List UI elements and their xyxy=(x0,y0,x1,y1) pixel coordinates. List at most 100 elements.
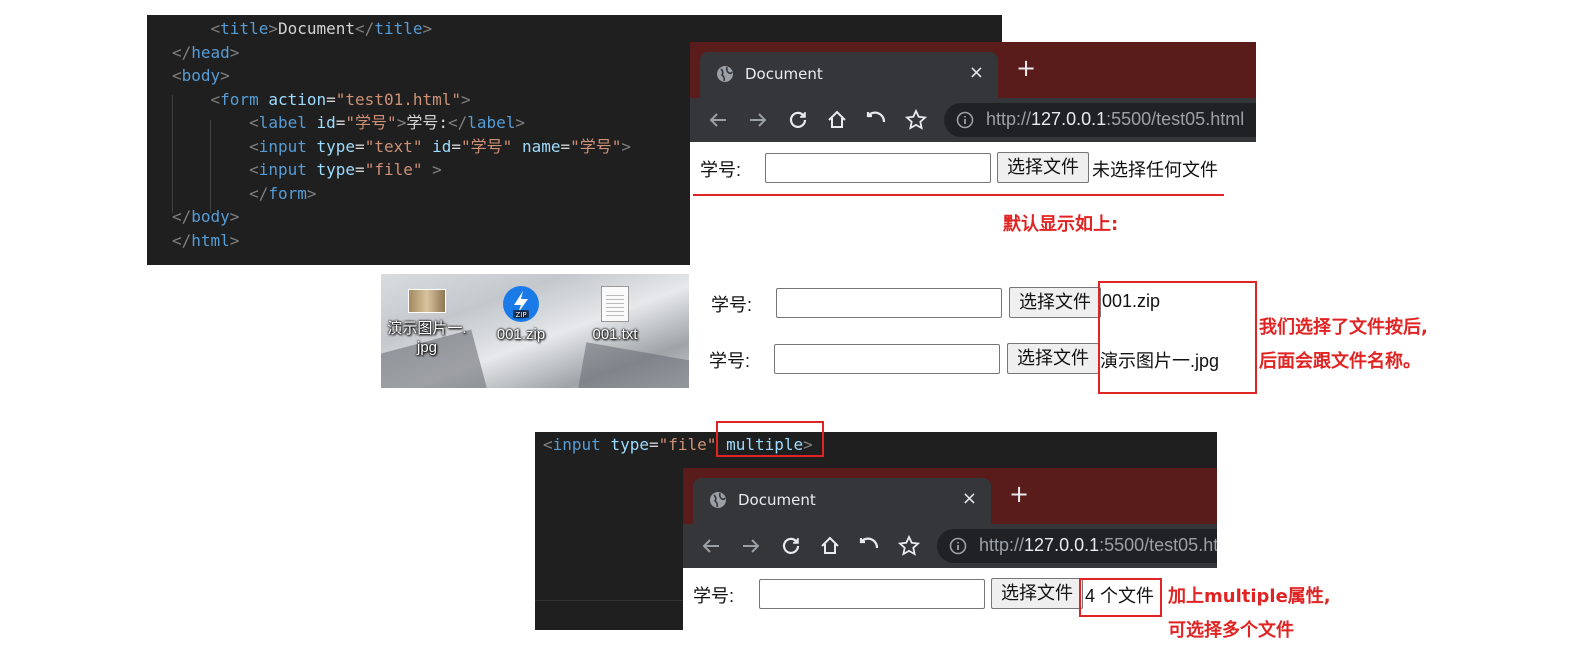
choose-file-button[interactable]: 选择文件 xyxy=(991,578,1083,609)
tab-title: Document xyxy=(745,65,823,83)
reload-icon[interactable] xyxy=(779,534,803,558)
code-token: "学号" xyxy=(570,136,622,156)
code-token: = xyxy=(355,160,365,179)
url-text: http://127.0.0.1:5500/test05.html xyxy=(986,109,1245,129)
browser-toolbar: http://127.0.0.1:5500/test05.html xyxy=(683,524,1217,568)
forward-arrow-icon[interactable] xyxy=(739,534,763,558)
code-token: > xyxy=(220,66,230,85)
undo-icon[interactable] xyxy=(864,108,888,132)
zip-file-icon: ZIP xyxy=(503,286,539,322)
code-token: > xyxy=(396,113,407,132)
code-token: label xyxy=(258,113,307,132)
annotation-multiple-line1: 加上multiple属性, xyxy=(1168,586,1331,607)
info-icon[interactable] xyxy=(949,537,967,555)
undo-icon[interactable] xyxy=(857,534,881,558)
choose-file-button[interactable]: 选择文件 xyxy=(997,152,1089,183)
desktop-icon-image-file[interactable]: 演示图片一. jpg xyxy=(382,289,472,357)
code-token: html xyxy=(191,230,230,250)
form-row-zip-selected: 学号: 选择文件 001.zip xyxy=(711,286,1160,320)
browser-tab[interactable]: Document × xyxy=(700,52,998,98)
close-tab-icon[interactable]: × xyxy=(962,488,977,509)
code-token: name xyxy=(521,136,561,156)
image-file-icon xyxy=(408,289,446,313)
url-text: http://127.0.0.1:5500/test05.html xyxy=(979,535,1217,555)
code-token: </ xyxy=(172,42,192,62)
code-token: > xyxy=(432,160,442,179)
student-id-label: 学号: xyxy=(693,586,735,606)
code-token: id xyxy=(432,136,452,156)
code-token: > xyxy=(461,89,471,109)
star-icon[interactable] xyxy=(897,534,921,558)
code-token: </ xyxy=(249,183,269,203)
code-token: Document xyxy=(277,19,356,38)
code-token: input xyxy=(258,160,307,179)
code-token: < xyxy=(210,19,221,38)
code-token: = xyxy=(648,435,659,454)
close-tab-icon[interactable]: × xyxy=(969,62,984,83)
code-token: "text" xyxy=(364,136,423,156)
browser-toolbar: http://127.0.0.1:5500/test05.html xyxy=(690,98,1256,142)
code-token: < xyxy=(210,89,221,109)
code-token: = xyxy=(326,89,336,109)
address-bar[interactable]: http://127.0.0.1:5500/test05.html xyxy=(937,529,1217,563)
code-lines: <input type="file" multiple> xyxy=(543,433,1217,457)
student-id-input[interactable] xyxy=(759,579,985,609)
code-token: "test01.html" xyxy=(335,89,462,109)
code-token: "file" xyxy=(364,160,423,179)
desktop-icon-label: 001.zip xyxy=(496,326,546,343)
code-token: </ xyxy=(447,113,468,132)
code-token: </ xyxy=(355,19,375,38)
code-token: > xyxy=(229,42,240,62)
red-underline xyxy=(693,194,1224,196)
code-token: > xyxy=(229,230,240,250)
code-token: > xyxy=(229,207,240,226)
browser-tab[interactable]: Document × xyxy=(693,478,991,524)
desktop-icon-txt-file[interactable]: 001.txt xyxy=(570,286,660,344)
home-icon[interactable] xyxy=(825,108,849,132)
code-token: type xyxy=(316,160,356,179)
code-token: input xyxy=(552,435,601,454)
code-token: > xyxy=(422,19,433,38)
choose-file-button[interactable]: 选择文件 xyxy=(1009,287,1101,318)
code-token: </ xyxy=(172,230,192,250)
text-lines xyxy=(606,295,624,317)
desktop-icon-label: jpg xyxy=(416,339,438,356)
address-bar[interactable]: http://127.0.0.1:5500/test05.html xyxy=(944,103,1256,137)
code-token: head xyxy=(191,42,230,62)
code-token: body xyxy=(181,66,221,85)
globe-icon xyxy=(716,65,734,83)
filename-highlight-box xyxy=(1098,281,1257,394)
code-token: action xyxy=(268,89,327,109)
code-token: = xyxy=(335,113,346,132)
student-id-input[interactable] xyxy=(765,153,991,183)
forward-arrow-icon[interactable] xyxy=(746,108,770,132)
reload-icon[interactable] xyxy=(786,108,810,132)
star-icon[interactable] xyxy=(904,108,928,132)
home-icon[interactable] xyxy=(818,534,842,558)
code-token: < xyxy=(249,136,259,156)
student-id-input[interactable] xyxy=(774,344,1000,374)
code-token: > xyxy=(515,113,526,132)
code-token: form xyxy=(268,183,307,203)
back-arrow-icon[interactable] xyxy=(699,534,723,558)
multiple-attr-highlight-box xyxy=(716,421,824,457)
editor-divider xyxy=(535,600,685,601)
code-token: = xyxy=(560,136,571,156)
info-icon[interactable] xyxy=(956,111,974,129)
choose-file-button[interactable]: 选择文件 xyxy=(1007,343,1099,374)
student-id-input[interactable] xyxy=(776,288,1002,318)
code-token: title xyxy=(220,19,269,38)
code-token: < xyxy=(172,66,182,85)
form-row-default: 学号: 选择文件 未选择任何文件 xyxy=(700,151,1250,185)
code-token: 学号: xyxy=(406,113,448,132)
new-tab-button[interactable]: + xyxy=(1009,480,1029,508)
new-tab-button[interactable]: + xyxy=(1016,54,1036,82)
desktop-icon-zip-file[interactable]: ZIP 001.zip xyxy=(476,286,566,344)
student-id-label: 学号: xyxy=(700,160,742,180)
back-arrow-icon[interactable] xyxy=(706,108,730,132)
file-count-highlight-box xyxy=(1079,578,1162,617)
